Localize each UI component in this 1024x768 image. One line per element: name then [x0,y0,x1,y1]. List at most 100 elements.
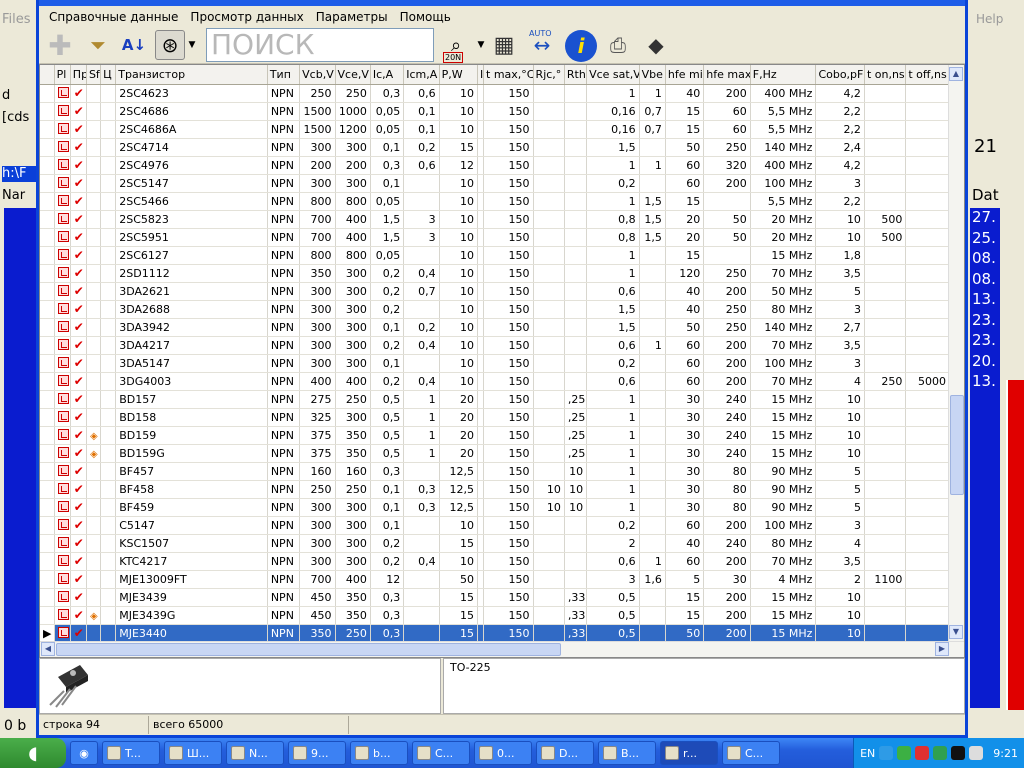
column-header[interactable]: Vce,V [335,65,371,85]
cell-hfemin[interactable]: 30 [665,444,705,463]
cell-transistor[interactable]: MJE13009FT [115,570,268,589]
cell-vcesat[interactable]: 1 [586,498,640,517]
cell-vbe[interactable]: 1 [639,336,666,355]
cell-rth[interactable] [564,264,588,283]
menu-parameters[interactable]: Параметры [310,10,394,24]
cell-hfemin[interactable]: 20 [665,228,705,247]
cell-pw[interactable]: 10 [439,264,478,283]
cell-vcesat[interactable]: 1,5 [586,318,640,337]
cell-ic[interactable]: 0,05 [370,102,405,121]
pdf-icon[interactable] [57,284,69,296]
cell-hfemax[interactable]: 200 [703,174,751,193]
cell-vcesat[interactable]: 1 [586,390,640,409]
task-button[interactable]: N... [226,741,284,765]
table-row[interactable]: ✔ 2SD1112 NPN 350 300 0,2 0,4 10 150 1 120 250 70 MH… [40,264,950,283]
pdf-icon[interactable] [57,194,69,206]
cell-vbe[interactable] [639,282,666,301]
cell-transistor[interactable]: 2SC5823 [115,210,268,229]
info-icon[interactable]: i [565,30,597,62]
pdf-icon[interactable] [57,500,69,512]
cell-cobo[interactable]: 10 [815,408,865,427]
cell-rjc[interactable] [533,264,565,283]
cell-rth[interactable] [564,354,588,373]
cell-hfemin[interactable]: 5 [665,570,705,589]
cell-rth[interactable] [564,318,588,337]
cell-pw[interactable]: 10 [439,372,478,391]
cell-hfemax[interactable]: 250 [703,318,751,337]
cell-pw[interactable]: 12,5 [439,480,478,499]
pdf-icon[interactable] [57,320,69,332]
table-row[interactable]: ✔ 2SC4623 NPN 250 250 0,3 0,6 10 150 1 1 40 200 400 M… [40,84,950,103]
filter-icon[interactable]: ⏷ [83,30,113,60]
quicklaunch-icon[interactable]: ◉ [70,741,98,765]
cell-vce[interactable]: 350 [335,588,371,607]
cell-vcb[interactable]: 450 [299,588,336,607]
cell-hfemin[interactable]: 15 [665,192,705,211]
cell-type[interactable]: NPN [267,174,301,193]
cell-tmax[interactable]: 150 [483,192,534,211]
cell-vcesat[interactable]: 0,8 [586,210,640,229]
pdf-icon[interactable] [57,230,69,242]
cell-toff[interactable] [905,588,950,607]
cell-cobo[interactable]: 3 [815,174,865,193]
column-header[interactable]: Ц [100,65,117,85]
datasheet-cell[interactable] [54,570,71,589]
cell-hfemin[interactable]: 15 [665,588,705,607]
cell-f[interactable]: 15 MHz [750,246,817,265]
language-indicator[interactable]: EN [860,747,875,760]
cell-ton[interactable] [864,516,907,535]
cell-rth[interactable]: ,33 [564,624,588,643]
cell-vcb[interactable]: 350 [299,624,336,643]
cell-pw[interactable]: 10 [439,102,478,121]
cell-transistor[interactable]: C5147 [115,516,268,535]
cell-vce[interactable]: 400 [335,570,371,589]
cell-transistor[interactable]: BD159G [115,444,268,463]
cell-vcesat[interactable]: 0,2 [586,354,640,373]
cell-vcb[interactable]: 350 [299,264,336,283]
cell-hfemax[interactable]: 250 [703,264,751,283]
cell-toff[interactable] [905,138,950,157]
cell-ton[interactable] [864,408,907,427]
cell-toff[interactable] [905,354,950,373]
column-header[interactable]: t max,°C [483,65,534,85]
cell-cobo[interactable]: 2,7 [815,318,865,337]
cell-vcb[interactable]: 300 [299,318,336,337]
cell-vce[interactable]: 800 [335,246,371,265]
datasheet-cell[interactable] [54,192,71,211]
task-button[interactable]: T... [102,741,160,765]
cell-toff[interactable]: 5000 [905,372,950,391]
column-header[interactable]: Vcb,V [299,65,336,85]
cell-hfemax[interactable]: 200 [703,354,751,373]
datasheet-cell[interactable] [54,228,71,247]
cell-f[interactable]: 20 MHz [750,210,817,229]
cell-ton[interactable] [864,318,907,337]
chevron-down-icon[interactable]: ▼ [475,30,487,60]
cell-rjc[interactable] [533,300,565,319]
cell-hfemax[interactable]: 60 [703,120,751,139]
cell-vce[interactable]: 300 [335,264,371,283]
cell-f[interactable]: 5,5 MHz [750,192,817,211]
datasheet-cell[interactable] [54,534,71,553]
table-row[interactable]: ✔ 3DA2688 NPN 300 300 0,2 10 150 1,5 40 250 80 MHz 3 [40,300,950,319]
cell-f[interactable]: 400 MHz [750,156,817,175]
cell-vcb[interactable]: 300 [299,498,336,517]
cell-pw[interactable]: 10 [439,84,478,103]
cell-cobo[interactable]: 10 [815,390,865,409]
cell-transistor[interactable]: BF457 [115,462,268,481]
cell-hfemax[interactable]: 240 [703,390,751,409]
cell-toff[interactable] [905,624,950,643]
cell-type[interactable]: NPN [267,372,301,391]
datasheet-cell[interactable] [54,444,71,463]
cell-cobo[interactable]: 4,2 [815,156,865,175]
cell-icm[interactable]: 1 [403,390,440,409]
cell-vbe[interactable]: 1 [639,552,666,571]
cell-cobo[interactable]: 10 [815,624,865,643]
cell-hfemax[interactable]: 50 [703,228,751,247]
cell-vce[interactable]: 350 [335,426,371,445]
cell-rjc[interactable] [533,570,565,589]
cell-rth[interactable] [564,534,588,553]
cell-ic[interactable]: 0,2 [370,282,405,301]
cell-rth[interactable] [564,156,588,175]
cell-rth[interactable]: ,33 [564,606,588,625]
cell-vbe[interactable]: 1,5 [639,210,666,229]
